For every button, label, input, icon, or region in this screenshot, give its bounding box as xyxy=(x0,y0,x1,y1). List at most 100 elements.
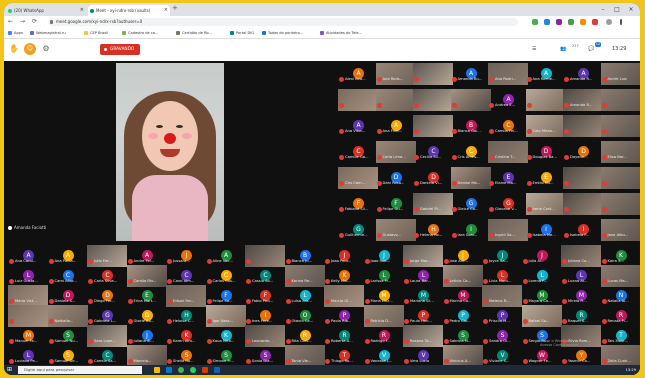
participant-tile[interactable]: L Luisa Ara... xyxy=(285,285,325,307)
participant-tile[interactable]: Nathalia... xyxy=(47,305,88,327)
participant-tile[interactable]: J Juliana Si... xyxy=(127,325,167,347)
participant-tile[interactable] xyxy=(8,305,48,327)
participant-tile[interactable] xyxy=(600,115,640,137)
participant-tile[interactable]: D Diego Fer... xyxy=(87,285,127,307)
participant-tile[interactable]: Caio Miran... xyxy=(525,115,566,137)
address-bar[interactable]: meet.google.com/xyi-ndrx-rsb?authuser=0 xyxy=(48,18,518,26)
participant-tile[interactable]: C Cami Aliot... xyxy=(48,265,88,287)
new-tab-button[interactable]: + xyxy=(172,4,178,12)
extension-icon[interactable] xyxy=(532,19,538,25)
participant-tile[interactable]: Gustavo... xyxy=(375,219,416,241)
participant-tile[interactable]: A Alexi Bea... xyxy=(338,63,378,85)
reload-button[interactable]: ⟳ xyxy=(32,16,37,28)
participant-tile[interactable]: A Ana Vitor... xyxy=(338,115,378,137)
participant-tile[interactable]: R Renata Pi... xyxy=(601,305,641,327)
participant-tile[interactable]: H Helena Ro... xyxy=(413,219,453,241)
participant-tile[interactable]: I Isabela Me... xyxy=(526,219,566,241)
participant-tile[interactable]: B Bianca Ju... xyxy=(285,245,325,267)
participant-tile[interactable]: L Luana Al... xyxy=(561,265,601,287)
participant-tile[interactable]: J Jose Ant... xyxy=(443,245,483,267)
tab-meet[interactable]: Meet - xyi-ndrx-rsb (vaults) × xyxy=(88,5,170,16)
bookmark-item[interactable]: Todas do ponteiro... xyxy=(262,28,303,38)
bookmark-item[interactable]: Webmagistral.ru xyxy=(30,28,66,38)
participant-tile[interactable] xyxy=(413,115,453,137)
windows-start-icon[interactable]: ⊞ xyxy=(7,366,14,374)
minimize-button[interactable]: – xyxy=(596,3,610,16)
participant-tile[interactable]: R Raquel S... xyxy=(561,305,601,327)
participant-tile[interactable]: M Manuel Fe... xyxy=(8,325,48,347)
participant-tile[interactable]: W Wagner Fe... xyxy=(522,345,562,367)
participant-tile[interactable]: L Lorena F... xyxy=(522,265,562,287)
gear-icon[interactable]: ⚙ xyxy=(40,43,52,55)
participant-tile[interactable]: M Mirela Fi... xyxy=(561,285,601,307)
participant-tile[interactable]: P Paulo Hen... xyxy=(403,305,443,327)
participant-tile[interactable]: G Gabriela L... xyxy=(87,305,127,327)
participant-tile[interactable]: L Luciana Pe... xyxy=(8,345,48,367)
participant-tile[interactable]: Marcia Ol... xyxy=(324,285,364,307)
extension-icon[interactable] xyxy=(544,19,550,25)
participant-tile[interactable]: Denise Ma... xyxy=(450,167,491,189)
participant-tile[interactable]: O Otavio Ca... xyxy=(285,305,325,327)
forward-button[interactable]: → xyxy=(20,16,25,28)
folder-icon[interactable] xyxy=(154,367,160,373)
participant-tile[interactable]: Jorge Mar... xyxy=(403,245,443,267)
participant-tile[interactable]: T Thiago Ro... xyxy=(324,345,364,367)
participant-tile[interactable]: F Fabio Ped... xyxy=(245,285,285,307)
participant-tile[interactable]: Patricia D... xyxy=(363,305,404,327)
participant-tile[interactable]: Elisa Bar... xyxy=(600,141,640,163)
taskbar-search[interactable]: Digite aqui para pesquisar xyxy=(18,366,142,374)
word-icon[interactable] xyxy=(214,367,220,373)
featured-speaker-video[interactable] xyxy=(116,63,224,241)
participant-tile[interactable]: G Gisele Bo... xyxy=(127,305,167,327)
participant-tile[interactable]: F Felipe Gu... xyxy=(376,193,416,215)
participant-tile[interactable]: Jana Albu... xyxy=(600,219,640,241)
participant-tile[interactable]: C Carlos Cos... xyxy=(206,265,246,287)
participant-tile[interactable]: C Cris Ames... xyxy=(451,141,491,163)
participant-tile[interactable]: Ana Rods... xyxy=(375,63,416,85)
participant-tile[interactable]: Tania Vie... xyxy=(284,345,325,367)
participant-tile[interactable]: D Daniela S... xyxy=(48,285,88,307)
participant-tile[interactable]: J Jussara... xyxy=(166,245,206,267)
participant-tile[interactable]: N Natalia Al... xyxy=(601,285,641,307)
participant-tile[interactable]: R Roberta A... xyxy=(324,325,364,347)
participant-tile[interactable]: B Bianca Gol... xyxy=(451,115,491,137)
extension-icon[interactable] xyxy=(580,19,586,25)
participant-tile[interactable] xyxy=(413,63,453,85)
participant-tile[interactable]: I Isabela F... xyxy=(563,219,603,241)
participant-tile[interactable]: V Vanessa L... xyxy=(364,345,404,367)
participant-tile[interactable]: Igor Nasc... xyxy=(205,305,246,327)
menu-icon[interactable] xyxy=(620,19,622,25)
participant-tile[interactable]: Juliana Co... xyxy=(561,245,601,267)
participant-tile[interactable]: C Carol Alm... xyxy=(166,265,206,287)
participant-tile[interactable]: S Sonia Dia... xyxy=(245,345,285,367)
participant-tile[interactable]: T Tais Mour... xyxy=(601,325,641,347)
edge-icon[interactable] xyxy=(166,367,172,373)
participant-tile[interactable]: Maria Vict... xyxy=(8,285,48,307)
participant-tile[interactable]: P Priscila M... xyxy=(482,305,522,327)
participant-tile[interactable]: A Ana Carol... xyxy=(8,245,48,267)
participant-tile[interactable]: P Paola Rib... xyxy=(324,305,364,327)
extension-icon[interactable] xyxy=(556,19,562,25)
participant-tile[interactable]: A Amanda Bu... xyxy=(451,63,491,85)
participant-tile[interactable]: G Guilherme... xyxy=(338,219,378,241)
participant-tile[interactable]: Karina Re... xyxy=(284,265,325,287)
participant-tile[interactable] xyxy=(375,89,416,111)
participant-tile[interactable]: A Ana Roche... xyxy=(526,63,566,85)
participant-tile[interactable]: P Pedro Car... xyxy=(443,305,483,327)
people-icon[interactable]: 👥 xyxy=(560,44,566,55)
participant-tile[interactable]: M Marina Co... xyxy=(443,285,483,307)
participant-tile[interactable]: Julio Fer... xyxy=(87,245,127,267)
participant-tile[interactable] xyxy=(600,89,640,111)
raise-hand-icon[interactable]: ✋ xyxy=(8,43,20,55)
participant-tile[interactable]: Rosana Ta... xyxy=(403,325,443,347)
participant-tile[interactable]: V Vera Lucia xyxy=(403,345,443,367)
extension-icon[interactable] xyxy=(568,19,574,25)
participant-tile[interactable]: Mateus R... xyxy=(482,285,522,307)
participant-tile[interactable]: F Fabiana Sil... xyxy=(338,193,378,215)
participant-tile[interactable]: R Rodrigo F... xyxy=(364,325,404,347)
participant-tile[interactable]: C Carla Silva... xyxy=(87,265,127,287)
participant-tile[interactable] xyxy=(563,115,603,137)
participant-tile[interactable]: C Camila Sa... xyxy=(87,345,127,367)
participant-tile[interactable]: Camila Riv... xyxy=(126,265,167,287)
participant-tile[interactable]: E Elaine Ma... xyxy=(488,167,528,189)
